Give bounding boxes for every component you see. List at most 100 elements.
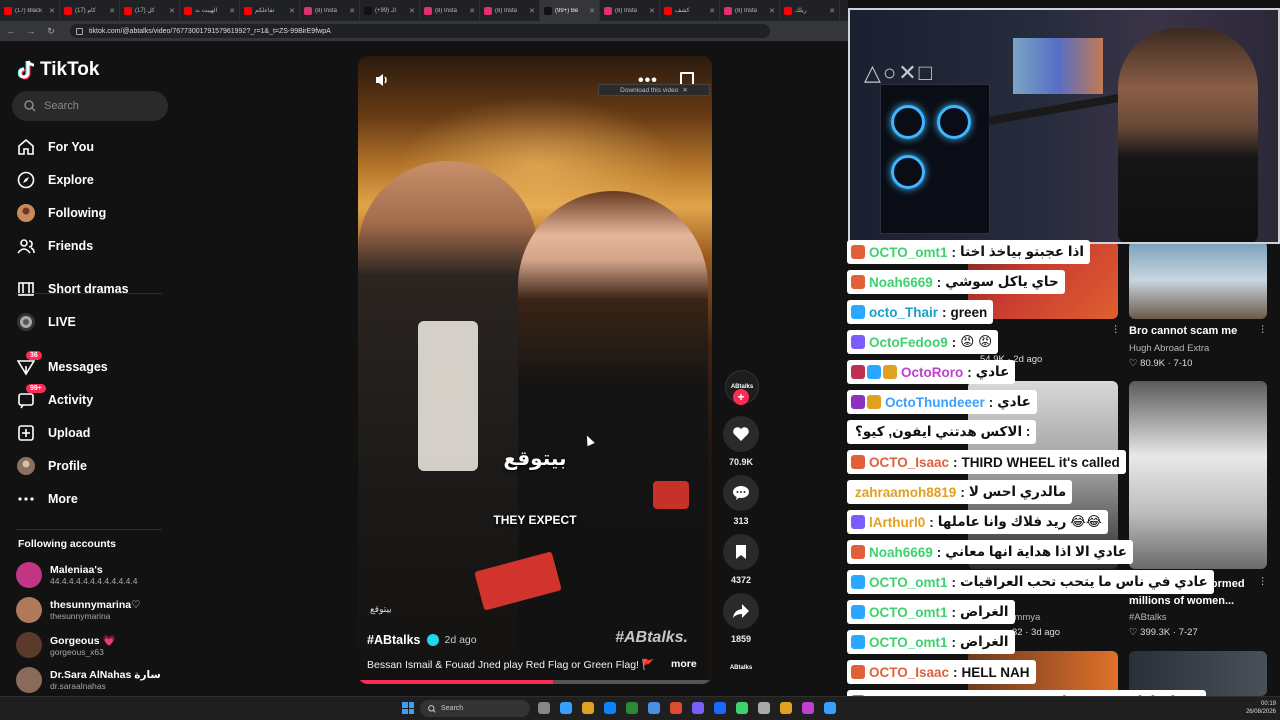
taskbar-app-icon[interactable] — [648, 702, 660, 714]
rec-thumbnail[interactable] — [1129, 241, 1267, 319]
tab-favicon-icon — [244, 6, 252, 15]
like-action[interactable]: 70.9K — [723, 416, 759, 467]
follow-plus-button[interactable]: + — [733, 389, 749, 405]
browser-tab[interactable]: (8) Insta ✕ — [600, 0, 660, 21]
video-player[interactable]: ••• بيتوقع THEY EXPECT بيتوقع #ABtalks. … — [358, 56, 712, 684]
heart-icon — [733, 427, 749, 441]
browser-tab[interactable]: (8) Insta ✕ — [720, 0, 780, 21]
save-action[interactable]: 4372 — [723, 534, 759, 585]
rec-options-icon[interactable]: ⋮ — [1258, 324, 1268, 335]
close-tab-icon[interactable]: ✕ — [289, 7, 295, 15]
back-icon[interactable]: ← — [6, 26, 16, 36]
sidebar-item-upload[interactable]: Upload — [16, 421, 90, 445]
browser-tab[interactable]: (8) Insta ✕ — [300, 0, 360, 21]
following-account[interactable]: Gorgeous 💗 gorgeous_x63 — [16, 632, 116, 658]
sidebar-item-explore[interactable]: Explore — [16, 168, 94, 192]
comment-action[interactable]: 313 — [723, 475, 759, 526]
notification-badge: 99+ — [26, 384, 46, 393]
chat-text: عادي في ناس ما يتحب تحب العراقيات — [960, 574, 1208, 589]
search-box[interactable] — [12, 91, 168, 121]
browser-tab[interactable]: تفاعلكم ✕ — [240, 0, 300, 21]
following-account[interactable]: Dr.Sara AlNahas سارة dr.saraalnahas — [16, 667, 161, 693]
sound-disc[interactable]: ABtalks — [726, 656, 756, 680]
close-tab-icon[interactable]: ✕ — [529, 7, 535, 15]
share-action[interactable]: 1859 — [723, 593, 759, 644]
share-button[interactable] — [723, 593, 759, 629]
taskbar-app-icon[interactable] — [692, 702, 704, 714]
browser-tab[interactable]: (99+) Be ✕ — [540, 0, 600, 21]
close-tab-icon[interactable]: ✕ — [589, 7, 595, 15]
taskbar-app-icon[interactable] — [538, 702, 550, 714]
rec-options-icon[interactable]: ⋮ — [1258, 576, 1268, 587]
sidebar-item-live[interactable]: LIVE — [16, 310, 76, 334]
more-link[interactable]: more — [671, 658, 697, 670]
sidebar-item-label: Upload — [48, 426, 91, 440]
forward-icon[interactable]: → — [26, 26, 36, 36]
taskbar-app-icon[interactable] — [560, 702, 572, 714]
taskbar-app-icon[interactable] — [824, 702, 836, 714]
close-tab-icon[interactable]: ✕ — [49, 7, 55, 15]
taskbar-app-icon[interactable] — [714, 702, 726, 714]
sidebar-item-activity[interactable]: 99+ Activity — [16, 384, 93, 412]
download-banner[interactable]: Download this video ✕ — [598, 84, 710, 96]
taskbar-app-icon[interactable] — [582, 702, 594, 714]
taskbar-app-icon[interactable] — [758, 702, 770, 714]
chat-separator: : — [951, 244, 957, 260]
sidebar-item-messages[interactable]: 36 Messages — [16, 351, 108, 379]
close-tab-icon[interactable]: ✕ — [169, 7, 175, 15]
close-tab-icon[interactable]: ✕ — [709, 7, 715, 15]
save-button[interactable] — [723, 534, 759, 570]
sidebar-item-short-dramas[interactable]: Short dramas — [16, 277, 129, 301]
taskbar-app-icon[interactable] — [780, 702, 792, 714]
taskbar-app-icon[interactable] — [802, 702, 814, 714]
close-tab-icon[interactable]: ✕ — [769, 7, 775, 15]
sidebar-item-profile[interactable]: Profile — [16, 454, 87, 478]
close-tab-icon[interactable]: ✕ — [469, 7, 475, 15]
author-name[interactable]: #ABtalks — [367, 633, 421, 647]
chat-text: مالدري احس لا — [968, 484, 1067, 499]
taskbar-app-icon[interactable] — [670, 702, 682, 714]
sidebar-item-friends[interactable]: Friends — [16, 234, 93, 258]
browser-tab[interactable]: الهيبت بد ✕ — [180, 0, 240, 21]
reload-icon[interactable]: ↻ — [46, 26, 56, 37]
close-tab-icon[interactable]: ✕ — [229, 7, 235, 15]
windows-start-icon[interactable] — [402, 702, 414, 714]
taskbar-app-icon[interactable] — [736, 702, 748, 714]
sidebar-item-for-you[interactable]: For You — [16, 135, 94, 159]
taskbar-clock[interactable]: 00:19 26/08/2026 — [1236, 700, 1276, 716]
browser-tab[interactable]: كشف ✕ — [660, 0, 720, 21]
avatar — [16, 632, 42, 658]
tiktok-logo[interactable]: TikTok — [17, 59, 99, 81]
close-tab-icon[interactable]: ✕ — [829, 7, 835, 15]
rec-thumbnail[interactable] — [1129, 381, 1267, 569]
close-tab-icon[interactable]: ✕ — [349, 7, 355, 15]
browser-tab[interactable]: (8) Insta ✕ — [420, 0, 480, 21]
search-input[interactable] — [44, 100, 154, 112]
like-button[interactable] — [723, 416, 759, 452]
taskbar-app-icon[interactable] — [604, 702, 616, 714]
url-field[interactable]: tiktok.com/@abtalks/video/76773001791579… — [70, 24, 770, 38]
taskbar-search[interactable]: Search — [420, 700, 530, 717]
close-tab-icon[interactable]: ✕ — [109, 7, 115, 15]
close-icon[interactable]: ✕ — [682, 86, 687, 94]
chat-separator: : — [953, 664, 958, 680]
tab-title: (8) Insta — [615, 7, 638, 14]
close-tab-icon[interactable]: ✕ — [409, 7, 415, 15]
browser-tab[interactable]: (+99) الـ ✕ — [360, 0, 420, 21]
browser-tab[interactable]: ريلك ✕ — [780, 0, 840, 21]
video-author[interactable]: #ABtalks 2d ago — [367, 633, 477, 647]
video-progress-bar[interactable] — [358, 680, 712, 684]
sidebar-item-more[interactable]: More — [16, 487, 78, 511]
site-info-icon[interactable] — [76, 27, 83, 35]
following-account[interactable]: thesunnymarina♡ thesunnymarina — [16, 597, 141, 623]
browser-tab[interactable]: (17) كام ✕ — [60, 0, 120, 21]
browser-tab[interactable]: (8) Insta ✕ — [480, 0, 540, 21]
browser-tab[interactable]: (17) كل ✕ — [120, 0, 180, 21]
close-tab-icon[interactable]: ✕ — [649, 7, 655, 15]
comment-button[interactable] — [723, 475, 759, 511]
following-account[interactable]: Maleniaa's 44.4.4.4.4.4.4.4.4.4.4.4 — [16, 562, 137, 588]
volume-icon[interactable] — [374, 72, 390, 88]
browser-tab[interactable]: (17) Black ✕ — [0, 0, 60, 21]
taskbar-app-icon[interactable] — [626, 702, 638, 714]
sidebar-item-following[interactable]: Following — [16, 201, 106, 225]
